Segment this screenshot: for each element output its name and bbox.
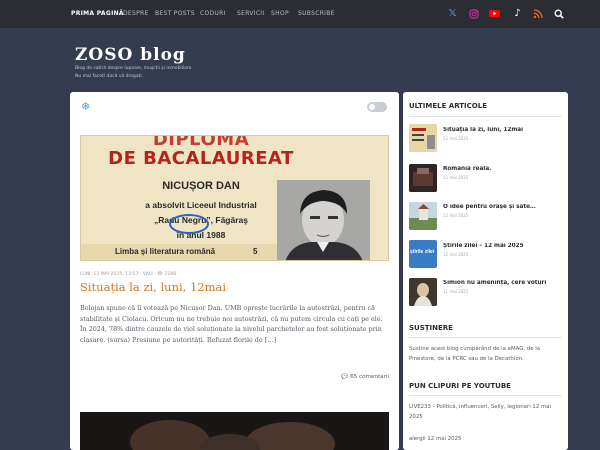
highlight-circle	[169, 214, 209, 234]
hero-name: NICUȘOR DAN	[162, 180, 240, 192]
instagram-icon[interactable]	[468, 8, 479, 19]
x-icon[interactable]: 𝕏	[447, 8, 458, 19]
toggle-knob	[369, 104, 375, 110]
featured-image[interactable]: DIPLOMA DE BACALAUREAT NICUȘOR DAN a abs…	[80, 135, 389, 261]
article-title[interactable]: România reală.	[443, 166, 565, 172]
post-excerpt: Bolojan spune că îl votează pe Nicușor D…	[80, 304, 383, 344]
nav-item-prima-pagina[interactable]: Prima pagină	[71, 10, 124, 17]
sidebar: Ultimele articole Situația la zi, luni, …	[403, 92, 568, 450]
hero-title-line-2: DE BACALAUREAT	[108, 148, 294, 169]
comment-icon: 💬	[341, 374, 349, 380]
article-date: 12 mai 2025	[443, 136, 469, 141]
nav-item-shop[interactable]: Shop	[271, 10, 289, 17]
article-date: 12 mai 2025	[443, 213, 469, 218]
main-content: ❄ DIPLOMA DE BACALAUREAT NICUȘOR DAN a a…	[70, 92, 399, 450]
latest-articles-title: Ultimele articole	[409, 102, 487, 110]
article-thumbnail[interactable]	[409, 164, 437, 192]
article-title[interactable]: Situația la zi, luni, 12mai	[443, 127, 565, 133]
article-title[interactable]: O idee pentru orașe și sate…	[443, 204, 565, 210]
search-icon[interactable]	[553, 8, 564, 19]
article-date: 12 mai 2025	[443, 252, 469, 257]
hero-grade: 5	[253, 247, 258, 256]
support-text: Susține acest blog cumpărând de la eMAG,…	[409, 346, 541, 362]
article-thumbnail[interactable]	[409, 278, 437, 306]
top-navigation: Prima pagină Despre Best posts Coduri Se…	[0, 0, 600, 28]
support-title: Susținere	[409, 324, 453, 332]
hero-subject: Limba și literatura română	[115, 247, 216, 256]
snowflake-icon[interactable]: ❄	[81, 101, 90, 112]
video-link[interactable]: alergii 12 mai 2025	[409, 436, 461, 442]
article-thumbnail[interactable]	[409, 202, 437, 230]
nav-item-servicii[interactable]: Servicii	[237, 10, 264, 17]
post-title[interactable]: Situația la zi, luni, 12mai	[80, 280, 226, 294]
site-logo[interactable]: ZOSO blog	[75, 45, 186, 65]
site-tagline-2: Nu mai faceți dacă vă drogați.	[75, 74, 144, 79]
second-post-image[interactable]	[80, 412, 389, 450]
comments-count: 65 comentarii	[350, 374, 389, 380]
article-date: 12 mai 2025	[443, 175, 469, 180]
site-tagline: Blog de satiră despre lupoaie, muşchi şi…	[75, 66, 192, 71]
nav-item-despre[interactable]: Despre	[123, 10, 149, 17]
comments-link[interactable]: 💬 65 comentarii	[341, 374, 389, 380]
divider	[409, 337, 562, 338]
video-link[interactable]: LIVE233 - Politică, influenceri, Selly, …	[409, 403, 564, 422]
article-date: 11 mai 2025	[443, 289, 469, 294]
article-title[interactable]: Știrile zilei – 12 mai 2025	[443, 243, 565, 249]
post-meta: Luni, 12 mai 2025, 13:57 · Vali · 👁 2288	[80, 272, 177, 277]
nav-item-subscribe[interactable]: Subscribe	[298, 10, 335, 17]
article-title[interactable]: Simion nu amenință, cere voturi	[443, 280, 565, 286]
dark-mode-toggle[interactable]	[367, 102, 387, 112]
rss-icon[interactable]	[532, 8, 543, 19]
divider	[409, 395, 562, 396]
nav-item-coduri[interactable]: Coduri	[200, 10, 226, 17]
divider	[409, 116, 562, 117]
grade-band: Limba și literatura română 5	[81, 244, 277, 260]
nav-item-best-posts[interactable]: Best posts	[155, 10, 195, 17]
tiktok-icon[interactable]: ♪	[512, 8, 523, 19]
youtube-icon[interactable]	[489, 8, 500, 19]
youtube-widget-title: Pun clipuri pe YouTube	[409, 382, 511, 390]
article-thumbnail[interactable]	[409, 124, 437, 152]
thumbnail-caption: știrile zilei	[410, 249, 435, 255]
article-thumbnail[interactable]: știrile zilei	[409, 240, 437, 268]
portrait-photo	[277, 180, 370, 260]
hero-line-school: a absolvit Liceeul Industrial	[145, 200, 257, 210]
